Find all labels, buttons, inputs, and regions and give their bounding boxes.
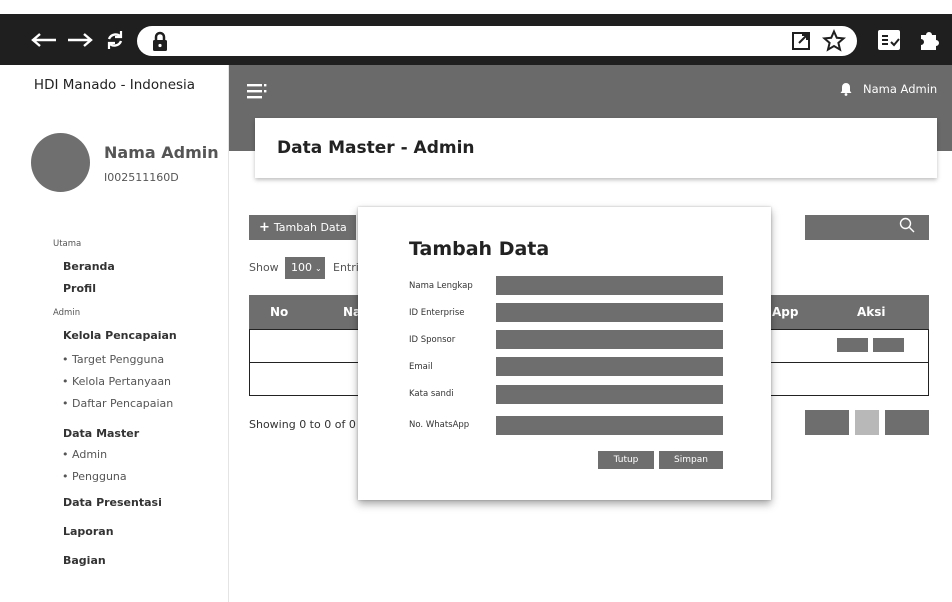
modal-title: Tambah Data: [409, 238, 550, 260]
sidebar-item-beranda[interactable]: Beranda: [63, 260, 115, 273]
sidebar-item-data-master[interactable]: Data Master: [63, 427, 139, 440]
add-data-button[interactable]: + Tambah Data: [249, 215, 356, 240]
nama-lengkap-field[interactable]: [496, 276, 723, 295]
sidebar-item-bagian[interactable]: Bagian: [63, 554, 106, 567]
show-label: Show: [249, 261, 279, 274]
user-id: I002511160D: [104, 171, 179, 184]
id-enterprise-field[interactable]: [496, 303, 723, 322]
field-label-nama-lengkap: Nama Lengkap: [409, 281, 473, 291]
open-external-icon[interactable]: [790, 30, 812, 52]
column-header-whatsapp[interactable]: App: [772, 305, 798, 319]
forward-arrow-icon[interactable]: [66, 31, 94, 49]
back-arrow-icon[interactable]: [30, 31, 58, 49]
section-utama: Utama: [53, 239, 82, 249]
edit-button[interactable]: [837, 338, 868, 352]
entries-select[interactable]: 100 ⌄: [285, 257, 325, 279]
field-label-kata-sandi: Kata sandi: [409, 389, 454, 399]
save-button[interactable]: Simpan: [659, 451, 723, 469]
delete-button[interactable]: [873, 338, 904, 352]
column-header-aksi[interactable]: Aksi: [857, 305, 886, 319]
sidebar-item-kelola-pencapaian[interactable]: Kelola Pencapaian: [63, 329, 177, 342]
page-title: Data Master - Admin: [277, 138, 475, 158]
brand-name: HDI Manado - Indonesia: [33, 77, 196, 93]
sidebar-item-laporan[interactable]: Laporan: [63, 525, 114, 538]
sidebar-item-data-presentasi[interactable]: Data Presentasi: [63, 496, 162, 509]
star-icon[interactable]: [822, 29, 846, 53]
field-label-email: Email: [409, 362, 433, 372]
whatsapp-field[interactable]: [496, 416, 723, 435]
menu-icon[interactable]: [247, 83, 267, 99]
sidebar-subitem-admin[interactable]: Admin: [62, 448, 107, 461]
entries-select-value: 100: [291, 261, 312, 274]
avatar: [31, 133, 90, 192]
lock-icon: [153, 31, 167, 51]
column-header-no[interactable]: No: [270, 305, 288, 319]
field-label-whatsapp: No. WhatsApp: [409, 420, 470, 430]
sidebar-item-profil[interactable]: Profil: [63, 282, 96, 295]
close-button[interactable]: Tutup: [598, 451, 654, 469]
bell-icon[interactable]: [839, 82, 853, 96]
add-data-modal: Tambah Data Nama Lengkap ID Enterprise I…: [358, 207, 771, 500]
topbar-admin-name[interactable]: Nama Admin: [863, 82, 937, 96]
sidebar: HDI Manado - Indonesia Nama Admin I00251…: [0, 65, 229, 602]
reload-icon[interactable]: [103, 28, 127, 52]
sidebar-subitem-kelola-pertanyaan[interactable]: Kelola Pertanyaan: [62, 375, 171, 388]
chevron-down-icon: ⌄: [315, 264, 322, 273]
showing-entries-text: Showing 0 to 0 of 0 e: [249, 418, 367, 431]
field-label-id-enterprise: ID Enterprise: [409, 308, 465, 318]
address-bar[interactable]: [137, 26, 857, 56]
plus-icon: +: [259, 220, 270, 235]
password-field[interactable]: [496, 385, 723, 404]
sidebar-subitem-target-pengguna[interactable]: Target Pengguna: [62, 353, 164, 366]
search-icon[interactable]: [898, 216, 916, 234]
checklist-icon[interactable]: [877, 29, 901, 51]
sidebar-subitem-pengguna[interactable]: Pengguna: [62, 470, 127, 483]
id-sponsor-field[interactable]: [496, 330, 723, 349]
page-number-button[interactable]: [855, 410, 879, 435]
sidebar-subitem-daftar-pencapaian[interactable]: Daftar Pencapaian: [62, 397, 173, 410]
next-page-button[interactable]: [885, 410, 929, 435]
entries-label: Entri: [333, 261, 359, 274]
add-data-label: Tambah Data: [273, 221, 347, 234]
previous-page-button[interactable]: [805, 410, 849, 435]
user-name: Nama Admin: [104, 143, 219, 162]
section-admin: Admin: [53, 308, 81, 318]
page-title-card: Data Master - Admin: [255, 118, 937, 178]
puzzle-icon[interactable]: [917, 29, 941, 53]
email-field[interactable]: [496, 357, 723, 376]
field-label-id-sponsor: ID Sponsor: [409, 335, 456, 345]
